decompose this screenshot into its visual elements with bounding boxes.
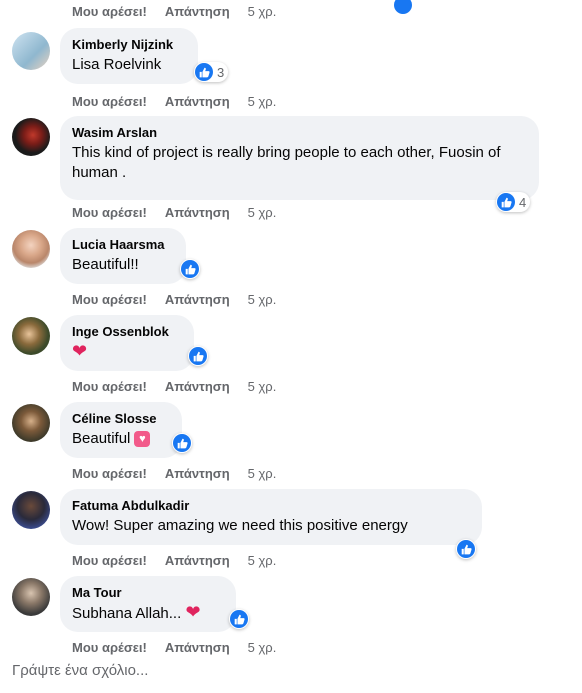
comment-actions: Μου αρέσει! Απάντηση 5 χρ.	[72, 553, 276, 568]
like-icon	[230, 610, 248, 628]
like-link[interactable]: Μου αρέσει!	[72, 640, 147, 655]
heart-decoration-icon: ♥	[134, 431, 151, 448]
reaction-badge[interactable]	[180, 259, 200, 279]
avatar[interactable]	[12, 404, 50, 442]
reply-link[interactable]: Απάντηση	[165, 4, 230, 19]
heart-icon: ❤	[185, 602, 201, 622]
commenter-name[interactable]: Céline Slosse	[72, 410, 170, 427]
like-link[interactable]: Μου αρέσει!	[72, 379, 147, 394]
comment-text: Wow! Super amazing we need this positive…	[72, 517, 408, 534]
reaction-count: 3	[217, 64, 225, 80]
like-link[interactable]: Μου αρέσει!	[72, 292, 147, 307]
comment-actions: Μου αρέσει! Απάντηση 5 χρ.	[72, 640, 276, 655]
avatar[interactable]	[12, 578, 50, 616]
comment-bubble: Lucia Haarsma Beautiful!!	[60, 228, 186, 284]
like-icon	[181, 260, 199, 278]
comment-bubble: Fatuma Abdulkadir Wow! Super amazing we …	[60, 489, 482, 545]
commenter-name[interactable]: Wasim Arslan	[72, 124, 527, 141]
comment-bubble: Wasim Arslan This kind of project is rea…	[60, 116, 539, 200]
reaction-badge[interactable]: 3	[194, 62, 229, 82]
reply-link[interactable]: Απάντηση	[165, 205, 230, 220]
reply-link[interactable]: Απάντηση	[165, 553, 230, 568]
reply-link[interactable]: Απάντηση	[165, 292, 230, 307]
reaction-badge[interactable]	[172, 433, 192, 453]
avatar[interactable]	[12, 32, 50, 70]
like-icon	[173, 434, 191, 452]
like-reaction-icon	[392, 0, 414, 16]
reply-link[interactable]: Απάντηση	[165, 640, 230, 655]
comment-text-content: Beautiful	[72, 430, 131, 447]
like-icon	[195, 63, 213, 81]
heart-icon: ❤	[72, 341, 88, 361]
reply-link[interactable]: Απάντηση	[165, 379, 230, 394]
timestamp[interactable]: 5 χρ.	[248, 553, 277, 568]
comment-text: Subhana Allah... ❤	[72, 603, 224, 624]
comment-actions: Μου αρέσει! Απάντηση 5 χρ.	[72, 466, 276, 481]
reply-link[interactable]: Απάντηση	[165, 466, 230, 481]
avatar[interactable]	[12, 491, 50, 529]
comment-text: Lisa Roelvink	[72, 56, 162, 73]
like-link[interactable]: Μου αρέσει!	[72, 94, 147, 109]
like-link[interactable]: Μου αρέσει!	[72, 466, 147, 481]
comment-bubble: Céline Slosse Beautiful ♥	[60, 402, 182, 458]
like-icon	[497, 193, 515, 211]
comment-actions: Μου αρέσει! Απάντηση 5 χρ.	[72, 292, 276, 307]
comment-bubble: Ma Tour Subhana Allah... ❤	[60, 576, 236, 632]
reaction-count: 4	[519, 194, 527, 210]
timestamp[interactable]: 5 χρ.	[248, 640, 277, 655]
timestamp[interactable]: 5 χρ.	[248, 466, 277, 481]
like-link[interactable]: Μου αρέσει!	[72, 553, 147, 568]
timestamp[interactable]: 5 χρ.	[248, 379, 277, 394]
comment-bubble: Kimberly Nijzink Lisa Roelvink	[60, 28, 198, 84]
avatar[interactable]	[12, 118, 50, 156]
reaction-badge[interactable]	[456, 539, 476, 559]
reaction-badge[interactable]	[188, 346, 208, 366]
commenter-name[interactable]: Lucia Haarsma	[72, 236, 174, 253]
reply-link[interactable]: Απάντηση	[165, 94, 230, 109]
commenter-name[interactable]: Inge Ossenblok	[72, 323, 182, 340]
comment-text: ❤	[72, 342, 182, 363]
timestamp[interactable]: 5 χρ.	[248, 292, 277, 307]
comment-text-content: Subhana Allah...	[72, 605, 182, 622]
comment-bubble: Inge Ossenblok ❤	[60, 315, 194, 371]
comment-input-placeholder[interactable]: Γράψτε ένα σχόλιο...	[12, 662, 148, 679]
avatar[interactable]	[12, 230, 50, 268]
commenter-name[interactable]: Kimberly Nijzink	[72, 36, 186, 53]
timestamp[interactable]: 5 χρ.	[248, 4, 277, 19]
like-link[interactable]: Μου αρέσει!	[72, 4, 147, 19]
like-link[interactable]: Μου αρέσει!	[72, 205, 147, 220]
comment-text: Beautiful ♥	[72, 429, 170, 449]
like-icon	[457, 540, 475, 558]
timestamp[interactable]: 5 χρ.	[248, 205, 277, 220]
comment-text: Beautiful!!	[72, 256, 139, 273]
reaction-badge[interactable]	[229, 609, 249, 629]
commenter-name[interactable]: Ma Tour	[72, 584, 224, 601]
like-icon	[189, 347, 207, 365]
comment-actions: Μου αρέσει! Απάντηση 5 χρ.	[72, 205, 276, 220]
comment-actions: Μου αρέσει! Απάντηση 5 χρ.	[72, 94, 276, 109]
timestamp[interactable]: 5 χρ.	[248, 94, 277, 109]
commenter-name[interactable]: Fatuma Abdulkadir	[72, 497, 470, 514]
top-comment-actions: Μου αρέσει! Απάντηση 5 χρ.	[72, 4, 276, 19]
avatar[interactable]	[12, 317, 50, 355]
comment-text: This kind of project is really bring peo…	[72, 144, 501, 181]
reaction-badge[interactable]: 4	[496, 192, 531, 212]
comment-actions: Μου αρέσει! Απάντηση 5 χρ.	[72, 379, 276, 394]
